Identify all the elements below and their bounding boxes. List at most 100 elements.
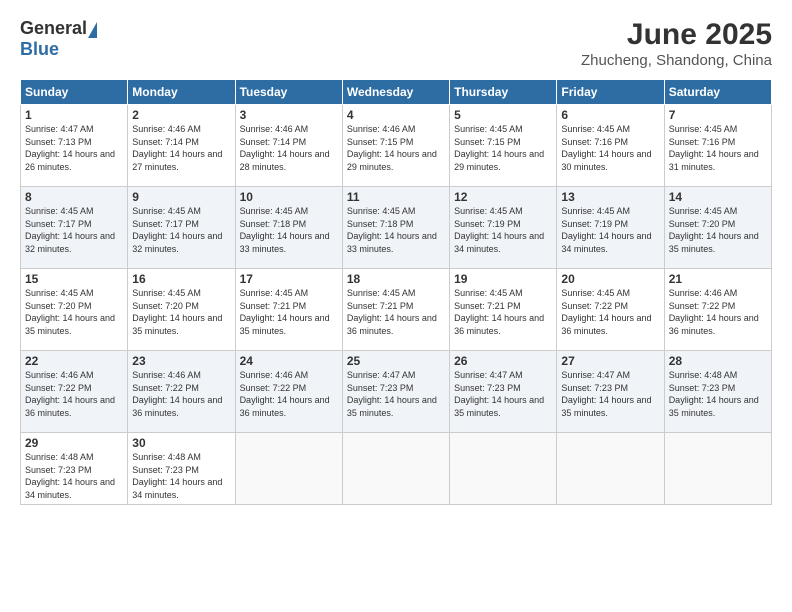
- table-row: 5Sunrise: 4:45 AMSunset: 7:15 PMDaylight…: [450, 105, 557, 187]
- day-info: Sunrise: 4:45 AMSunset: 7:20 PMDaylight:…: [132, 287, 230, 337]
- day-number: 30: [132, 436, 230, 450]
- day-info: Sunrise: 4:48 AMSunset: 7:23 PMDaylight:…: [132, 451, 230, 501]
- table-row: [342, 433, 449, 505]
- day-info: Sunrise: 4:45 AMSunset: 7:22 PMDaylight:…: [561, 287, 659, 337]
- logo-triangle-icon: [88, 22, 97, 38]
- day-number: 26: [454, 354, 552, 368]
- table-row: 20Sunrise: 4:45 AMSunset: 7:22 PMDayligh…: [557, 269, 664, 351]
- day-number: 13: [561, 190, 659, 204]
- day-info: Sunrise: 4:45 AMSunset: 7:21 PMDaylight:…: [240, 287, 338, 337]
- col-wednesday: Wednesday: [342, 80, 449, 105]
- day-number: 18: [347, 272, 445, 286]
- table-row: [557, 433, 664, 505]
- table-row: 18Sunrise: 4:45 AMSunset: 7:21 PMDayligh…: [342, 269, 449, 351]
- day-info: Sunrise: 4:45 AMSunset: 7:19 PMDaylight:…: [561, 205, 659, 255]
- day-number: 24: [240, 354, 338, 368]
- month-year-title: June 2025: [581, 18, 772, 52]
- day-number: 1: [25, 108, 123, 122]
- table-row: 4Sunrise: 4:46 AMSunset: 7:15 PMDaylight…: [342, 105, 449, 187]
- table-row: [235, 433, 342, 505]
- day-info: Sunrise: 4:46 AMSunset: 7:14 PMDaylight:…: [132, 123, 230, 173]
- day-info: Sunrise: 4:45 AMSunset: 7:21 PMDaylight:…: [347, 287, 445, 337]
- day-number: 28: [669, 354, 767, 368]
- logo-general-text: General: [20, 18, 87, 39]
- day-number: 11: [347, 190, 445, 204]
- calendar-page: General Blue June 2025 Zhucheng, Shandon…: [0, 0, 792, 612]
- day-number: 8: [25, 190, 123, 204]
- day-info: Sunrise: 4:46 AMSunset: 7:22 PMDaylight:…: [240, 369, 338, 419]
- day-info: Sunrise: 4:47 AMSunset: 7:13 PMDaylight:…: [25, 123, 123, 173]
- table-row: [450, 433, 557, 505]
- table-row: 17Sunrise: 4:45 AMSunset: 7:21 PMDayligh…: [235, 269, 342, 351]
- table-row: 27Sunrise: 4:47 AMSunset: 7:23 PMDayligh…: [557, 351, 664, 433]
- day-number: 7: [669, 108, 767, 122]
- day-info: Sunrise: 4:45 AMSunset: 7:20 PMDaylight:…: [25, 287, 123, 337]
- title-section: June 2025 Zhucheng, Shandong, China: [581, 18, 772, 69]
- day-info: Sunrise: 4:45 AMSunset: 7:21 PMDaylight:…: [454, 287, 552, 337]
- col-tuesday: Tuesday: [235, 80, 342, 105]
- day-info: Sunrise: 4:45 AMSunset: 7:18 PMDaylight:…: [240, 205, 338, 255]
- table-row: 7Sunrise: 4:45 AMSunset: 7:16 PMDaylight…: [664, 105, 771, 187]
- day-info: Sunrise: 4:46 AMSunset: 7:15 PMDaylight:…: [347, 123, 445, 173]
- day-info: Sunrise: 4:45 AMSunset: 7:18 PMDaylight:…: [347, 205, 445, 255]
- header: General Blue June 2025 Zhucheng, Shandon…: [20, 18, 772, 69]
- table-row: 30Sunrise: 4:48 AMSunset: 7:23 PMDayligh…: [128, 433, 235, 505]
- calendar-table: Sunday Monday Tuesday Wednesday Thursday…: [20, 79, 772, 505]
- table-row: 19Sunrise: 4:45 AMSunset: 7:21 PMDayligh…: [450, 269, 557, 351]
- day-info: Sunrise: 4:45 AMSunset: 7:17 PMDaylight:…: [132, 205, 230, 255]
- table-row: 25Sunrise: 4:47 AMSunset: 7:23 PMDayligh…: [342, 351, 449, 433]
- table-row: 8Sunrise: 4:45 AMSunset: 7:17 PMDaylight…: [21, 187, 128, 269]
- day-info: Sunrise: 4:45 AMSunset: 7:16 PMDaylight:…: [669, 123, 767, 173]
- day-number: 20: [561, 272, 659, 286]
- day-info: Sunrise: 4:45 AMSunset: 7:19 PMDaylight:…: [454, 205, 552, 255]
- day-number: 3: [240, 108, 338, 122]
- day-info: Sunrise: 4:45 AMSunset: 7:15 PMDaylight:…: [454, 123, 552, 173]
- logo-blue-text: Blue: [20, 39, 59, 60]
- table-row: 1Sunrise: 4:47 AMSunset: 7:13 PMDaylight…: [21, 105, 128, 187]
- day-info: Sunrise: 4:46 AMSunset: 7:14 PMDaylight:…: [240, 123, 338, 173]
- col-saturday: Saturday: [664, 80, 771, 105]
- table-row: 10Sunrise: 4:45 AMSunset: 7:18 PMDayligh…: [235, 187, 342, 269]
- col-sunday: Sunday: [21, 80, 128, 105]
- day-number: 19: [454, 272, 552, 286]
- table-row: 29Sunrise: 4:48 AMSunset: 7:23 PMDayligh…: [21, 433, 128, 505]
- table-row: 12Sunrise: 4:45 AMSunset: 7:19 PMDayligh…: [450, 187, 557, 269]
- table-row: 14Sunrise: 4:45 AMSunset: 7:20 PMDayligh…: [664, 187, 771, 269]
- col-friday: Friday: [557, 80, 664, 105]
- day-number: 14: [669, 190, 767, 204]
- table-row: 24Sunrise: 4:46 AMSunset: 7:22 PMDayligh…: [235, 351, 342, 433]
- day-number: 23: [132, 354, 230, 368]
- day-info: Sunrise: 4:47 AMSunset: 7:23 PMDaylight:…: [454, 369, 552, 419]
- table-row: 22Sunrise: 4:46 AMSunset: 7:22 PMDayligh…: [21, 351, 128, 433]
- table-row: 15Sunrise: 4:45 AMSunset: 7:20 PMDayligh…: [21, 269, 128, 351]
- day-info: Sunrise: 4:48 AMSunset: 7:23 PMDaylight:…: [669, 369, 767, 419]
- table-row: 9Sunrise: 4:45 AMSunset: 7:17 PMDaylight…: [128, 187, 235, 269]
- day-number: 17: [240, 272, 338, 286]
- day-number: 29: [25, 436, 123, 450]
- table-row: 6Sunrise: 4:45 AMSunset: 7:16 PMDaylight…: [557, 105, 664, 187]
- table-row: 16Sunrise: 4:45 AMSunset: 7:20 PMDayligh…: [128, 269, 235, 351]
- day-number: 12: [454, 190, 552, 204]
- day-number: 25: [347, 354, 445, 368]
- table-row: 26Sunrise: 4:47 AMSunset: 7:23 PMDayligh…: [450, 351, 557, 433]
- day-info: Sunrise: 4:48 AMSunset: 7:23 PMDaylight:…: [25, 451, 123, 501]
- table-row: 3Sunrise: 4:46 AMSunset: 7:14 PMDaylight…: [235, 105, 342, 187]
- day-number: 5: [454, 108, 552, 122]
- table-row: 23Sunrise: 4:46 AMSunset: 7:22 PMDayligh…: [128, 351, 235, 433]
- day-info: Sunrise: 4:47 AMSunset: 7:23 PMDaylight:…: [347, 369, 445, 419]
- table-row: 13Sunrise: 4:45 AMSunset: 7:19 PMDayligh…: [557, 187, 664, 269]
- day-info: Sunrise: 4:45 AMSunset: 7:16 PMDaylight:…: [561, 123, 659, 173]
- day-number: 10: [240, 190, 338, 204]
- day-number: 6: [561, 108, 659, 122]
- col-thursday: Thursday: [450, 80, 557, 105]
- day-info: Sunrise: 4:47 AMSunset: 7:23 PMDaylight:…: [561, 369, 659, 419]
- day-info: Sunrise: 4:46 AMSunset: 7:22 PMDaylight:…: [669, 287, 767, 337]
- day-number: 16: [132, 272, 230, 286]
- day-number: 2: [132, 108, 230, 122]
- day-number: 21: [669, 272, 767, 286]
- day-info: Sunrise: 4:46 AMSunset: 7:22 PMDaylight:…: [25, 369, 123, 419]
- day-number: 9: [132, 190, 230, 204]
- day-info: Sunrise: 4:46 AMSunset: 7:22 PMDaylight:…: [132, 369, 230, 419]
- calendar-header-row: Sunday Monday Tuesday Wednesday Thursday…: [21, 80, 772, 105]
- table-row: 28Sunrise: 4:48 AMSunset: 7:23 PMDayligh…: [664, 351, 771, 433]
